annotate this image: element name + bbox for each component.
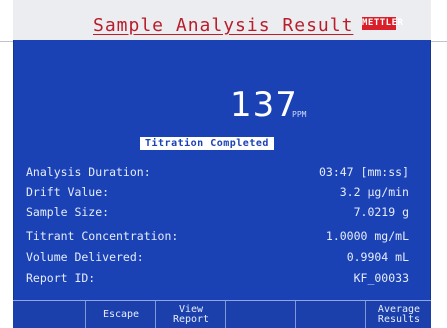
detail-row-titrant-concentration: Titrant Concentration: 1.0000 mg/mL	[13, 229, 431, 247]
escape-button-label: Escape	[102, 309, 140, 320]
result-value: 137	[230, 85, 298, 125]
softkey-bar: Escape View Report Average Results	[13, 300, 431, 328]
result-unit: PPM	[292, 110, 307, 119]
detail-label: Drift Value:	[26, 185, 110, 199]
detail-value: 1.0000 mg/mL	[325, 229, 409, 243]
softkey-empty-2[interactable]	[225, 301, 296, 328]
page-title: Sample Analysis Result	[93, 15, 354, 36]
detail-label: Sample Size:	[26, 205, 110, 219]
average-results-button[interactable]: Average Results	[365, 301, 431, 328]
detail-value: KF_00033	[353, 271, 409, 285]
detail-row-analysis-duration: Analysis Duration: 03:47 [mm:ss]	[13, 165, 431, 183]
view-report-button-label-line2: Report	[172, 314, 210, 325]
instrument-screen: Sample Analysis Result METTLER 137 PPM T…	[13, 0, 431, 328]
brand-logo: METTLER	[362, 17, 403, 30]
view-report-button[interactable]: View Report	[155, 301, 226, 328]
detail-label: Volume Delivered:	[26, 250, 144, 264]
average-results-button-label-line2: Results	[377, 314, 421, 325]
detail-row-sample-size: Sample Size: 7.0219 g	[13, 205, 431, 223]
detail-value: 03:47 [mm:ss]	[318, 165, 409, 179]
detail-label: Titrant Concentration:	[26, 229, 179, 243]
detail-value: 0.9904 mL	[346, 250, 409, 264]
softkey-empty-3[interactable]	[295, 301, 366, 328]
detail-row-report-id: Report ID: KF_00033	[13, 271, 431, 289]
detail-value: 7.0219 g	[353, 205, 409, 219]
status-badge: Titration Completed	[140, 137, 274, 150]
detail-label: Report ID:	[26, 271, 96, 285]
detail-row-drift-value: Drift Value: 3.2 µg/min	[13, 185, 431, 203]
brand-logo-text: METTLER	[362, 18, 404, 28]
softkey-empty-1[interactable]	[13, 301, 85, 328]
detail-value: 3.2 µg/min	[339, 185, 409, 199]
escape-button[interactable]: Escape	[85, 301, 156, 328]
detail-label: Analysis Duration:	[26, 165, 151, 179]
title-bar: Sample Analysis Result METTLER	[13, 0, 431, 40]
detail-row-volume-delivered: Volume Delivered: 0.9904 mL	[13, 250, 431, 268]
